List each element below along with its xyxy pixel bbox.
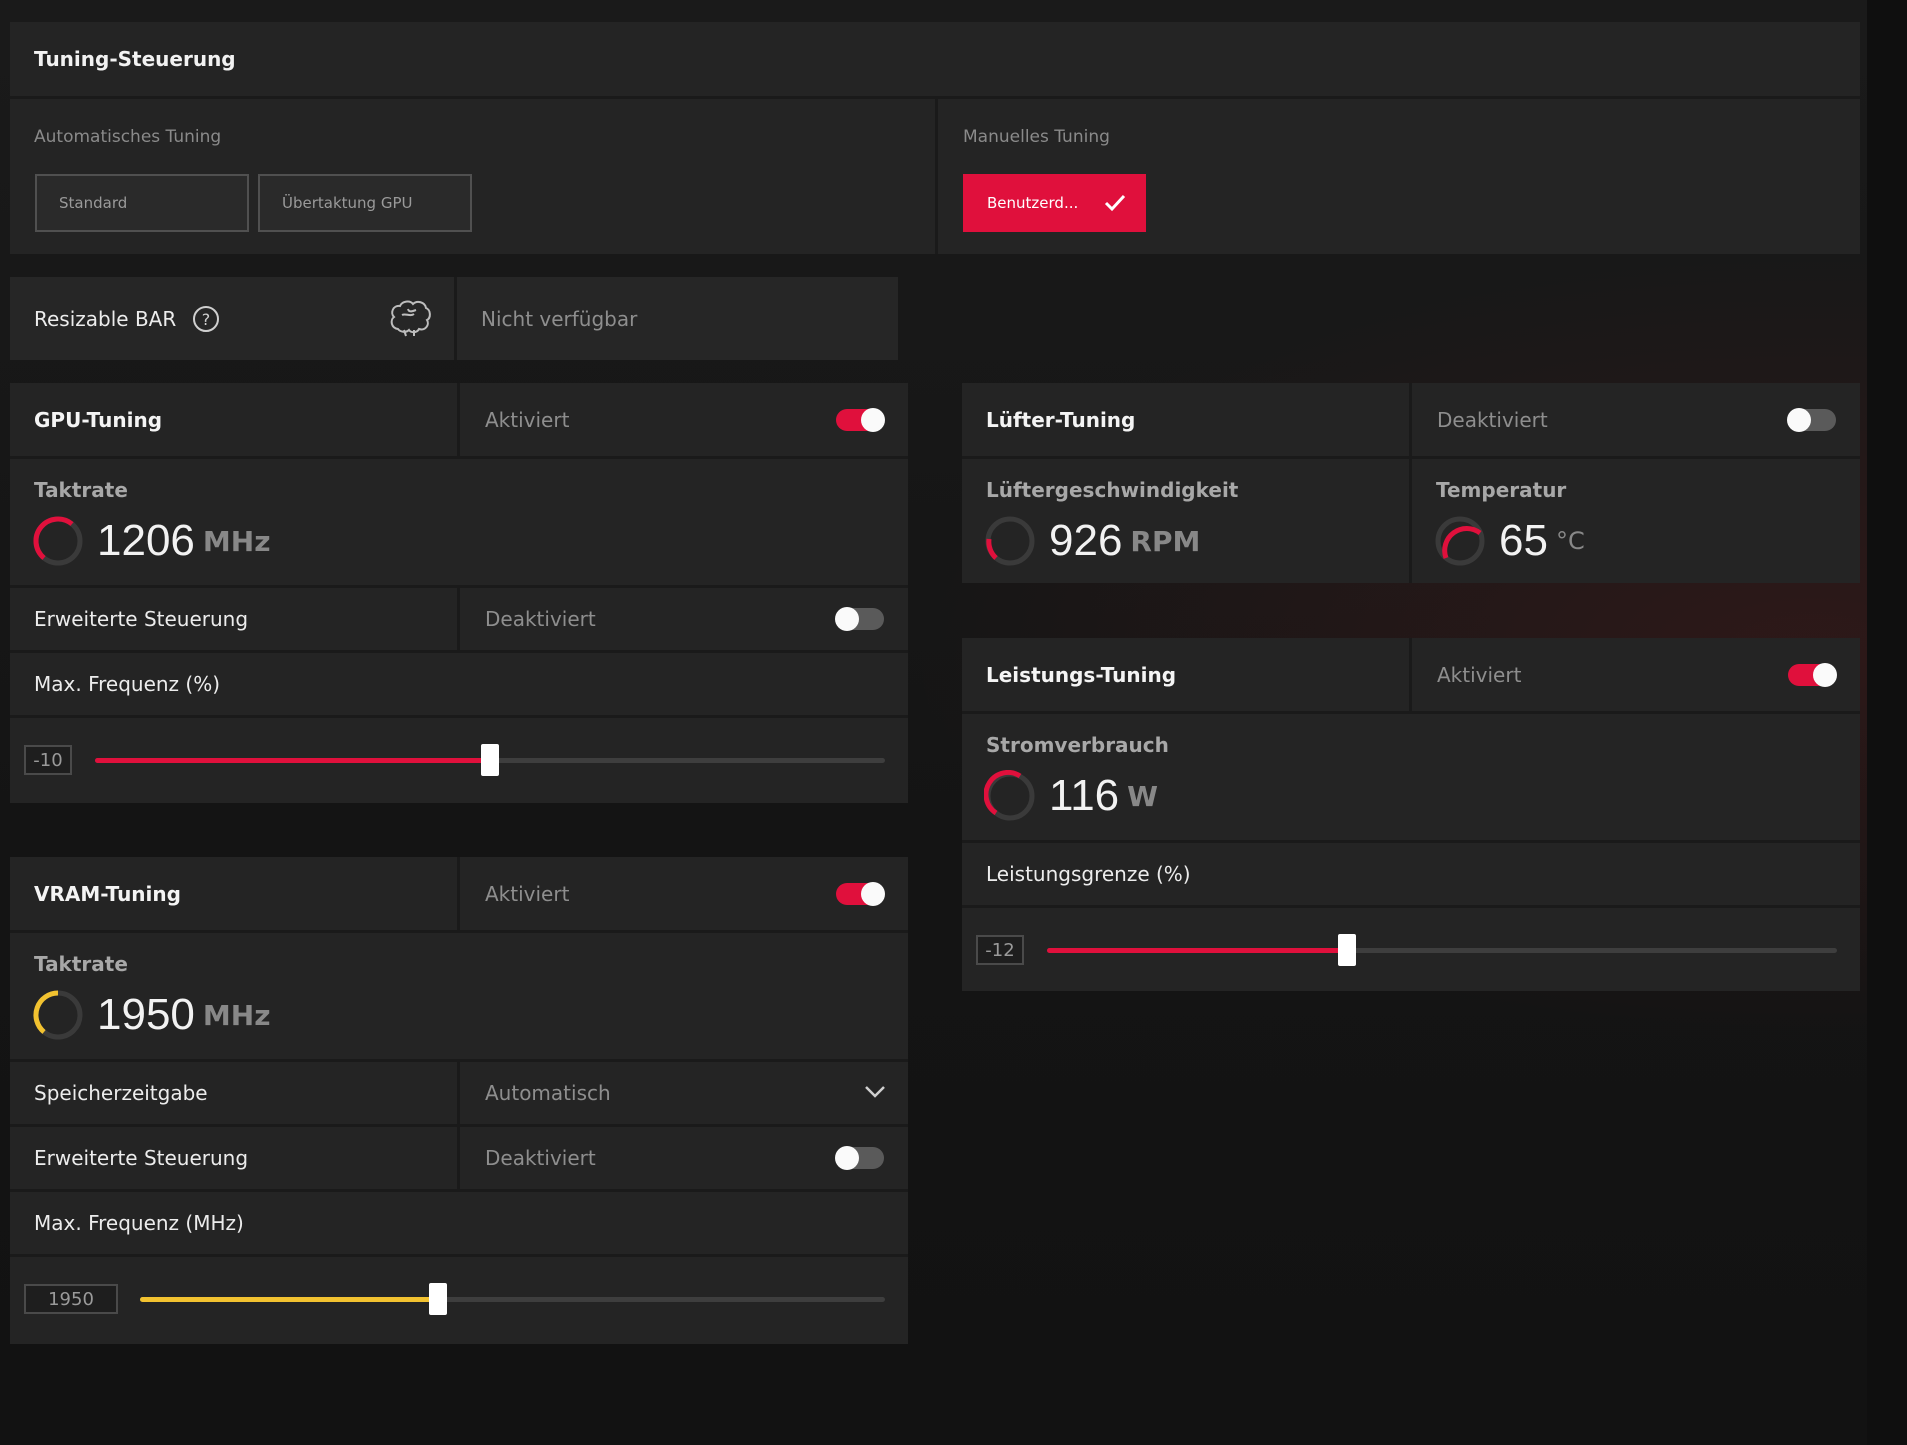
vram-clock-value: 1950 [97, 990, 195, 1039]
custom-button-label: Benutzerd... [987, 194, 1079, 212]
vram-clock-gauge-icon [33, 990, 83, 1040]
temperature-unit: °C [1555, 527, 1585, 555]
gpu-max-freq-label: Max. Frequenz (%) [34, 672, 221, 696]
gpu-advanced-toggle[interactable] [835, 607, 884, 631]
gpu-freq-slider-thumb[interactable] [481, 744, 499, 776]
resizable-bar-label: Resizable BAR [34, 306, 177, 331]
gpu-freq-input-value: -10 [33, 749, 63, 771]
gpu-clock-label: Taktrate [34, 478, 128, 502]
standard-button[interactable]: Standard [35, 174, 249, 232]
help-icon[interactable]: ? [192, 305, 220, 333]
gpu-advanced-label: Erweiterte Steuerung [34, 607, 249, 631]
manual-tuning-label: Manuelles Tuning [963, 127, 1110, 147]
memory-timing-label: Speicherzeitgabe [34, 1081, 208, 1105]
overclock-gpu-button-label: Übertaktung GPU [282, 194, 413, 212]
standard-button-label: Standard [59, 194, 128, 212]
power-tuning-title: Leistungs-Tuning [986, 662, 1177, 687]
vram-tuning-panel: VRAM-Tuning Aktiviert Taktrate 1950 MHz … [10, 857, 908, 1344]
power-draw-value: 116 [1049, 771, 1120, 820]
resizable-bar-panel: Resizable BAR ? Nicht verfügbar [10, 277, 898, 360]
vram-max-freq-label: Max. Frequenz (MHz) [34, 1211, 244, 1235]
fan-speed-value: 926 [1049, 516, 1123, 565]
vram-freq-slider-thumb[interactable] [429, 1283, 447, 1315]
gpu-tuning-toggle[interactable] [836, 408, 885, 432]
vram-freq-slider[interactable] [140, 1279, 885, 1319]
power-limit-slider[interactable] [1047, 930, 1837, 970]
power-draw-unit: W [1127, 779, 1159, 813]
fan-tuning-title: Lüfter-Tuning [986, 407, 1136, 432]
gpu-advanced-status: Deaktiviert [485, 607, 596, 631]
temperature-label: Temperatur [1436, 478, 1567, 502]
fan-tuning-toggle[interactable] [1787, 408, 1836, 432]
power-gauge-icon [984, 770, 1035, 821]
fan-speed-label: Lüftergeschwindigkeit [986, 478, 1239, 502]
gpu-tuning-title: GPU-Tuning [34, 407, 163, 432]
custom-button[interactable]: Benutzerd... [963, 174, 1146, 232]
fan-tuning-panel: Lüfter-Tuning Deaktiviert Lüftergeschwin… [962, 383, 1860, 583]
power-tuning-status: Aktiviert [1437, 662, 1522, 687]
tuning-control-title: Tuning-Steuerung [34, 47, 236, 71]
gpu-clock-gauge-icon [33, 516, 83, 566]
memory-timing-value: Automatisch [485, 1081, 611, 1105]
chevron-down-icon [865, 1086, 885, 1098]
checkmark-icon [1104, 194, 1126, 212]
power-tuning-toggle[interactable] [1788, 663, 1837, 687]
vram-advanced-label: Erweiterte Steuerung [34, 1146, 249, 1170]
fan-speed-gauge-icon [985, 516, 1035, 566]
background-strip [1867, 0, 1907, 1445]
fan-tuning-status: Deaktiviert [1437, 407, 1548, 432]
vram-tuning-title: VRAM-Tuning [34, 881, 181, 906]
temperature-value: 65 [1499, 516, 1548, 565]
power-tuning-panel: Leistungs-Tuning Aktiviert Stromverbrauc… [962, 638, 1860, 991]
power-limit-input-value: -12 [985, 939, 1015, 961]
gpu-clock-unit: MHz [202, 524, 271, 558]
gpu-tuning-panel: GPU-Tuning Aktiviert Taktrate 1206 MHz E… [10, 383, 908, 803]
memory-timing-dropdown[interactable]: Automatisch [460, 1062, 908, 1124]
tuning-control-panel: Tuning-Steuerung Automatisches Tuning St… [10, 22, 1860, 254]
power-limit-input[interactable]: -12 [976, 935, 1024, 965]
vram-advanced-status: Deaktiviert [485, 1146, 596, 1170]
vram-tuning-status: Aktiviert [485, 881, 570, 906]
power-limit-label: Leistungsgrenze (%) [986, 862, 1191, 886]
vram-freq-input[interactable]: 1950 [24, 1284, 118, 1314]
fan-speed-unit: RPM [1130, 524, 1201, 558]
vram-clock-unit: MHz [202, 998, 271, 1032]
temperature-gauge-icon [1435, 516, 1485, 566]
auto-tuning-label: Automatisches Tuning [34, 127, 222, 147]
resizable-bar-status: Nicht verfügbar [481, 306, 638, 331]
brain-icon [390, 300, 431, 337]
gpu-freq-slider[interactable] [95, 740, 885, 780]
vram-advanced-toggle[interactable] [835, 1146, 884, 1170]
power-limit-slider-thumb[interactable] [1338, 934, 1356, 966]
gpu-tuning-status: Aktiviert [485, 407, 570, 432]
overclock-gpu-button[interactable]: Übertaktung GPU [258, 174, 472, 232]
svg-text:?: ? [202, 310, 211, 329]
vram-clock-label: Taktrate [34, 952, 128, 976]
vram-freq-input-value: 1950 [48, 1288, 94, 1310]
vram-tuning-toggle[interactable] [836, 882, 885, 906]
power-draw-label: Stromverbrauch [986, 733, 1169, 757]
gpu-freq-input[interactable]: -10 [24, 745, 72, 775]
gpu-clock-value: 1206 [97, 516, 195, 565]
